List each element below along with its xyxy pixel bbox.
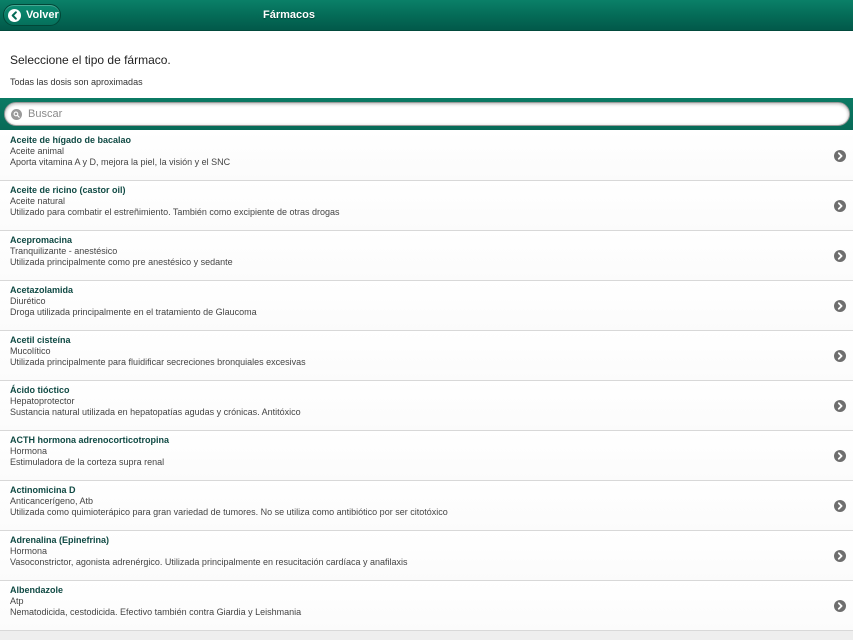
list-item[interactable]: Aceite de hígado de bacalao Aceite anima… <box>0 131 853 181</box>
drug-description: Estimuladora de la corteza supra renal <box>10 457 165 467</box>
drug-name: ACTH hormona adrenocorticotropina <box>10 435 170 445</box>
drug-description: Sustancia natural utilizada en hepatopat… <box>10 407 301 417</box>
search-icon <box>11 108 22 120</box>
drug-name: Adrenalina (Epinefrina) <box>10 535 110 545</box>
drug-name: Aceite de hígado de bacalao <box>10 135 132 145</box>
drug-type: Aceite natural <box>10 196 66 206</box>
list-item[interactable]: Acetil cisteína Mucolítico Utilizada pri… <box>0 331 853 381</box>
drug-description: Utilizada principalmente como pre anesté… <box>10 257 233 267</box>
drug-description: Nematodicida, cestodicida. Efectivo tamb… <box>10 607 302 617</box>
drug-type: Hepatoprotector <box>10 396 75 406</box>
list-item[interactable]: Adrenalina (Epinefrina) Hormona Vasocons… <box>0 531 853 581</box>
list-item[interactable]: Actinomicina D Anticancerígeno, Atb Util… <box>0 481 853 531</box>
drug-name: Actinomicina D <box>10 485 76 495</box>
intro-section: Seleccione el tipo de fármaco. Todas las… <box>0 32 853 98</box>
chevron-right-icon[interactable] <box>834 150 846 162</box>
drug-type: Diurético <box>10 296 46 306</box>
drug-type: Atp <box>10 596 24 606</box>
drug-type: Tranquilizante - anestésico <box>10 246 118 256</box>
search-bar <box>0 98 853 130</box>
drug-description: Aporta vitamina A y D, mejora la piel, l… <box>10 157 231 167</box>
drug-description: Utilizada como quimioterápico para gran … <box>10 507 448 517</box>
list-item[interactable]: Acetazolamida Diurético Droga utilizada … <box>0 281 853 331</box>
chevron-right-icon[interactable] <box>834 400 846 412</box>
list-item[interactable]: Acepromacina Tranquilizante - anestésico… <box>0 231 853 281</box>
page-title: Fármacos <box>263 9 315 21</box>
drug-type: Hormona <box>10 546 48 556</box>
drug-type: Hormona <box>10 446 48 456</box>
drug-type: Mucolítico <box>10 346 51 356</box>
drug-description: Vasoconstrictor, agonista adrenérgico. U… <box>10 557 408 567</box>
chevron-right-icon[interactable] <box>834 550 846 562</box>
chevron-right-icon[interactable] <box>834 200 846 212</box>
drug-type: Anticancerígeno, Atb <box>10 496 94 506</box>
list-item[interactable]: Aceite de ricino (castor oil) Aceite nat… <box>0 181 853 231</box>
chevron-right-icon[interactable] <box>834 300 846 312</box>
list-item[interactable]: Ácido tióctico Hepatoprotector Sustancia… <box>0 381 853 431</box>
chevron-right-icon[interactable] <box>834 250 846 262</box>
drug-name: Aceite de ricino (castor oil) <box>10 185 126 195</box>
chevron-right-icon[interactable] <box>834 500 846 512</box>
drug-list: Aceite de hígado de bacalao Aceite anima… <box>0 131 853 631</box>
drug-description: Utilizado para combatir el estreñimiento… <box>10 207 340 217</box>
drug-description: Utilizada principalmente para fluidifica… <box>10 357 306 367</box>
list-item[interactable]: ACTH hormona adrenocorticotropina Hormon… <box>0 431 853 481</box>
intro-title: Seleccione el tipo de fármaco. <box>10 53 171 67</box>
drug-name: Acepromacina <box>10 235 73 245</box>
bottom-strip <box>0 631 853 640</box>
chevron-right-icon[interactable] <box>834 600 846 612</box>
chevron-right-icon[interactable] <box>834 350 846 362</box>
drug-name: Ácido tióctico <box>10 385 70 395</box>
drug-name: Acetazolamida <box>10 285 74 295</box>
list-item[interactable]: Albendazole Atp Nematodicida, cestodicid… <box>0 581 853 631</box>
search-input[interactable] <box>28 108 828 120</box>
drug-description: Droga utilizada principalmente en el tra… <box>10 307 257 317</box>
intro-note: Todas las dosis son aproximadas <box>10 77 143 87</box>
search-box[interactable] <box>4 102 850 126</box>
header-bar: Volver Fármacos <box>0 0 853 31</box>
drug-type: Aceite animal <box>10 146 65 156</box>
drug-name: Albendazole <box>10 585 64 595</box>
drug-name: Acetil cisteína <box>10 335 71 345</box>
chevron-right-icon[interactable] <box>834 450 846 462</box>
